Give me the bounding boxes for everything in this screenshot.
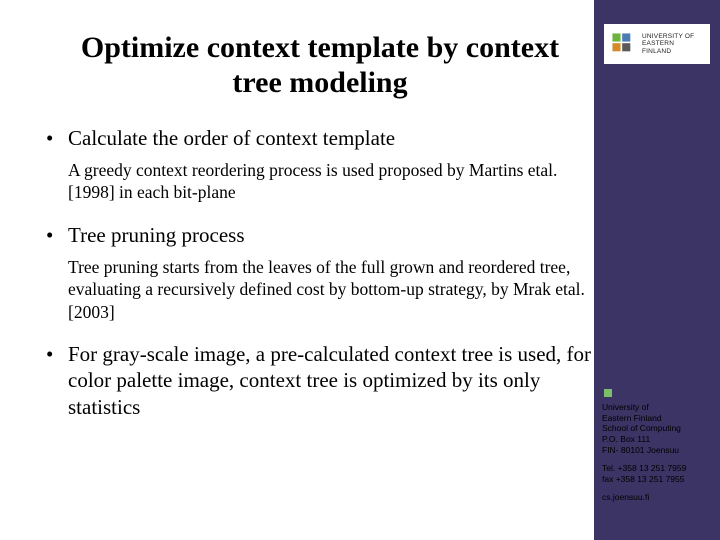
- green-square-accent: [604, 389, 612, 397]
- logo-line2: EASTERN FINLAND: [642, 40, 704, 55]
- slide: UNIVERSITY OF EASTERN FINLAND University…: [0, 0, 720, 540]
- university-logo: UNIVERSITY OF EASTERN FINLAND: [604, 24, 710, 64]
- contact-phones: Tel. +358 13 251 7959 fax +358 13 251 79…: [602, 463, 714, 484]
- sidebar: UNIVERSITY OF EASTERN FINLAND University…: [594, 0, 720, 540]
- bullet-sub: Tree pruning starts from the leaves of t…: [68, 256, 594, 323]
- slide-content: Optimize context template by context tre…: [46, 30, 594, 428]
- logo-line1: UNIVERSITY OF: [642, 33, 704, 40]
- bullet-head: For gray-scale image, a pre-calculated c…: [68, 342, 591, 419]
- contact-block: University of Eastern Finland School of …: [602, 402, 714, 511]
- uef-logo-icon: [610, 31, 636, 57]
- list-item: Calculate the order of context template: [46, 125, 594, 151]
- contact-address: University of Eastern Finland School of …: [602, 402, 714, 455]
- bullet-sub: A greedy context reordering process is u…: [68, 159, 594, 204]
- logo-inner: UNIVERSITY OF EASTERN FINLAND: [610, 28, 704, 60]
- list-item: For gray-scale image, a pre-calculated c…: [46, 341, 594, 420]
- bullet-head: Calculate the order of context template: [68, 126, 395, 150]
- bullet-head: Tree pruning process: [68, 223, 245, 247]
- list-item: Tree pruning process: [46, 222, 594, 248]
- logo-text: UNIVERSITY OF EASTERN FINLAND: [642, 33, 704, 55]
- slide-title: Optimize context template by context tre…: [46, 30, 594, 101]
- bullet-list: Calculate the order of context template …: [46, 125, 594, 420]
- contact-web: cs.joensuu.fi: [602, 492, 714, 503]
